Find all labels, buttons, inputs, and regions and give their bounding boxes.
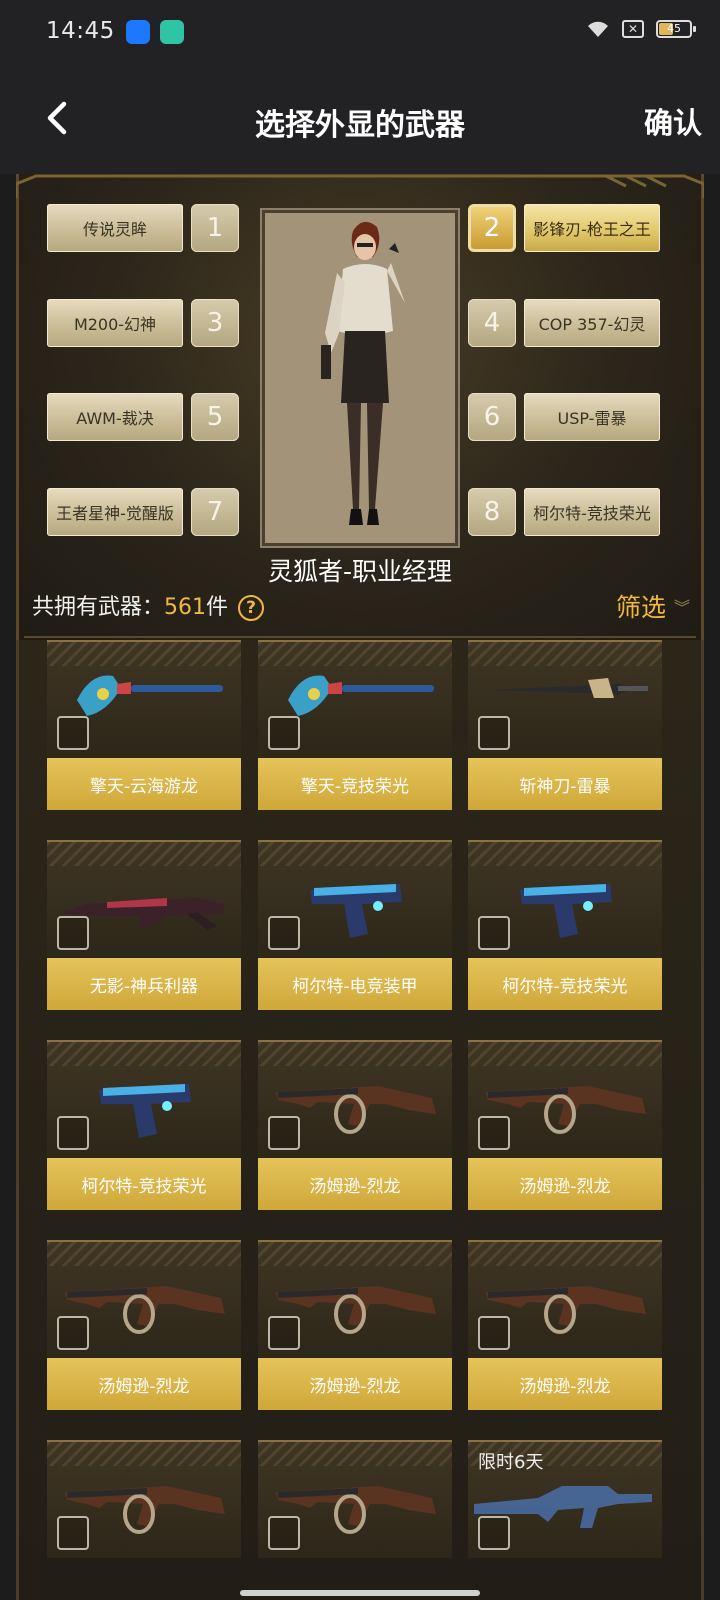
weapon-card[interactable]: 限时6天 [468,1440,662,1600]
select-checkbox[interactable] [478,1116,510,1150]
double-chevron-down-icon: ︾ [673,598,690,617]
slot-6-weapon[interactable]: USP-雷暴 [524,393,660,441]
weapon-card[interactable]: 擎天-竞技荣光 [258,640,452,810]
select-checkbox[interactable] [268,716,300,750]
character-figure [321,221,405,525]
weapon-name: 汤姆逊-烈龙 [468,1158,662,1210]
slot-3-weapon[interactable]: M200-幻神 [47,299,183,347]
weapon-name: 柯尔特-电竞装甲 [258,958,452,1010]
home-indicator [240,1590,480,1596]
weapon-card[interactable]: 柯尔特-电竞装甲 [258,840,452,1010]
help-icon[interactable]: ? [238,595,265,621]
top-bar: 选择外显的武器 确认 [0,62,720,174]
select-checkbox[interactable] [478,716,510,750]
weapon-name: 汤姆逊-烈龙 [468,1358,662,1410]
select-checkbox[interactable] [57,1316,89,1350]
select-checkbox[interactable] [268,1516,300,1550]
weapon-count-value: 561 [164,595,207,620]
slot-2-weapon[interactable]: 影锋刃-枪王之王 [524,204,660,252]
weapon-card[interactable]: 汤姆逊-烈龙 [258,1040,452,1210]
slot-2-number[interactable]: 2 [468,204,516,252]
slot-7-weapon[interactable]: 王者星神-觉醒版 [47,488,183,536]
weapon-count-prefix: 共拥有武器： [32,595,165,620]
weapon-name: 擎天-竞技荣光 [258,758,452,810]
app-notification-icon [126,20,150,44]
panel-frame-decoration [16,174,704,198]
weapon-card[interactable] [47,1440,241,1600]
slot-8-weapon[interactable]: 柯尔特-竞技荣光 [524,488,660,536]
weapon-card[interactable]: 汤姆逊-烈龙 [258,1240,452,1410]
weapon-name: 擎天-云海游龙 [47,758,241,810]
weapon-card[interactable]: 汤姆逊-烈龙 [468,1240,662,1410]
slot-8-number[interactable]: 8 [468,488,516,536]
weapon-name: 柯尔特-竞技荣光 [468,958,662,1010]
character-name: 灵狐者-职业经理 [267,557,453,586]
weapon-name: 柯尔特-竞技荣光 [47,1158,241,1210]
weapon-name: 汤姆逊-烈龙 [258,1358,452,1410]
select-checkbox[interactable] [478,1516,510,1550]
weapon-name: 汤姆逊-烈龙 [47,1358,241,1410]
weapon-card[interactable] [258,1440,452,1600]
slot-7-number[interactable]: 7 [191,488,239,536]
wifi-icon [588,21,608,37]
character-portrait [262,210,458,546]
time-limit-badge: 限时6天 [478,1452,544,1473]
select-checkbox[interactable] [57,1116,89,1150]
confirm-button[interactable]: 确认 [644,100,702,142]
select-checkbox[interactable] [478,916,510,950]
select-checkbox[interactable] [478,1316,510,1350]
slot-5-number[interactable]: 5 [191,393,239,441]
slot-1-weapon[interactable]: 传说灵眸 [47,204,183,252]
weapon-name: 无影-神兵利器 [47,958,241,1010]
select-checkbox[interactable] [268,1316,300,1350]
app-notification-icon [160,20,184,44]
weapon-name: 汤姆逊-烈龙 [258,1158,452,1210]
slot-4-weapon[interactable]: COP 357-幻灵 [524,299,660,347]
filter-button[interactable]: 筛选 ︾ [616,588,690,624]
select-checkbox[interactable] [57,716,89,750]
slot-3-number[interactable]: 3 [191,299,239,347]
select-checkbox[interactable] [268,1116,300,1150]
weapon-count-unit: 件 [206,595,229,620]
select-checkbox[interactable] [268,916,300,950]
battery-icon: 45 [656,20,696,38]
weapon-name: 斩神刀-雷暴 [468,758,662,810]
no-sim-icon: ✕ [622,20,644,38]
weapon-card[interactable]: 擎天-云海游龙 [47,640,241,810]
weapon-card[interactable]: 斩神刀-雷暴 [468,640,662,810]
slot-6-number[interactable]: 6 [468,393,516,441]
weapon-card[interactable]: 柯尔特-竞技荣光 [47,1040,241,1210]
page-title: 选择外显的武器 [255,108,465,143]
weapon-card[interactable]: 汤姆逊-烈龙 [468,1040,662,1210]
slot-5-weapon[interactable]: AWM-裁决 [47,393,183,441]
filter-label: 筛选 [615,593,666,622]
select-checkbox[interactable] [57,1516,89,1550]
weapon-card[interactable]: 无影-神兵利器 [47,840,241,1010]
slot-1-number[interactable]: 1 [191,204,239,252]
battery-level: 45 [667,22,681,35]
select-checkbox[interactable] [57,916,89,950]
divider [24,636,696,638]
weapon-card[interactable]: 柯尔特-竞技荣光 [468,840,662,1010]
weapon-card[interactable]: 汤姆逊-烈龙 [47,1240,241,1410]
status-bar: 14:45 ✕ 45 [0,0,720,62]
status-time: 14:45 [46,18,115,44]
weapon-count: 共拥有武器：561件? [32,589,265,621]
slot-4-number[interactable]: 4 [468,299,516,347]
